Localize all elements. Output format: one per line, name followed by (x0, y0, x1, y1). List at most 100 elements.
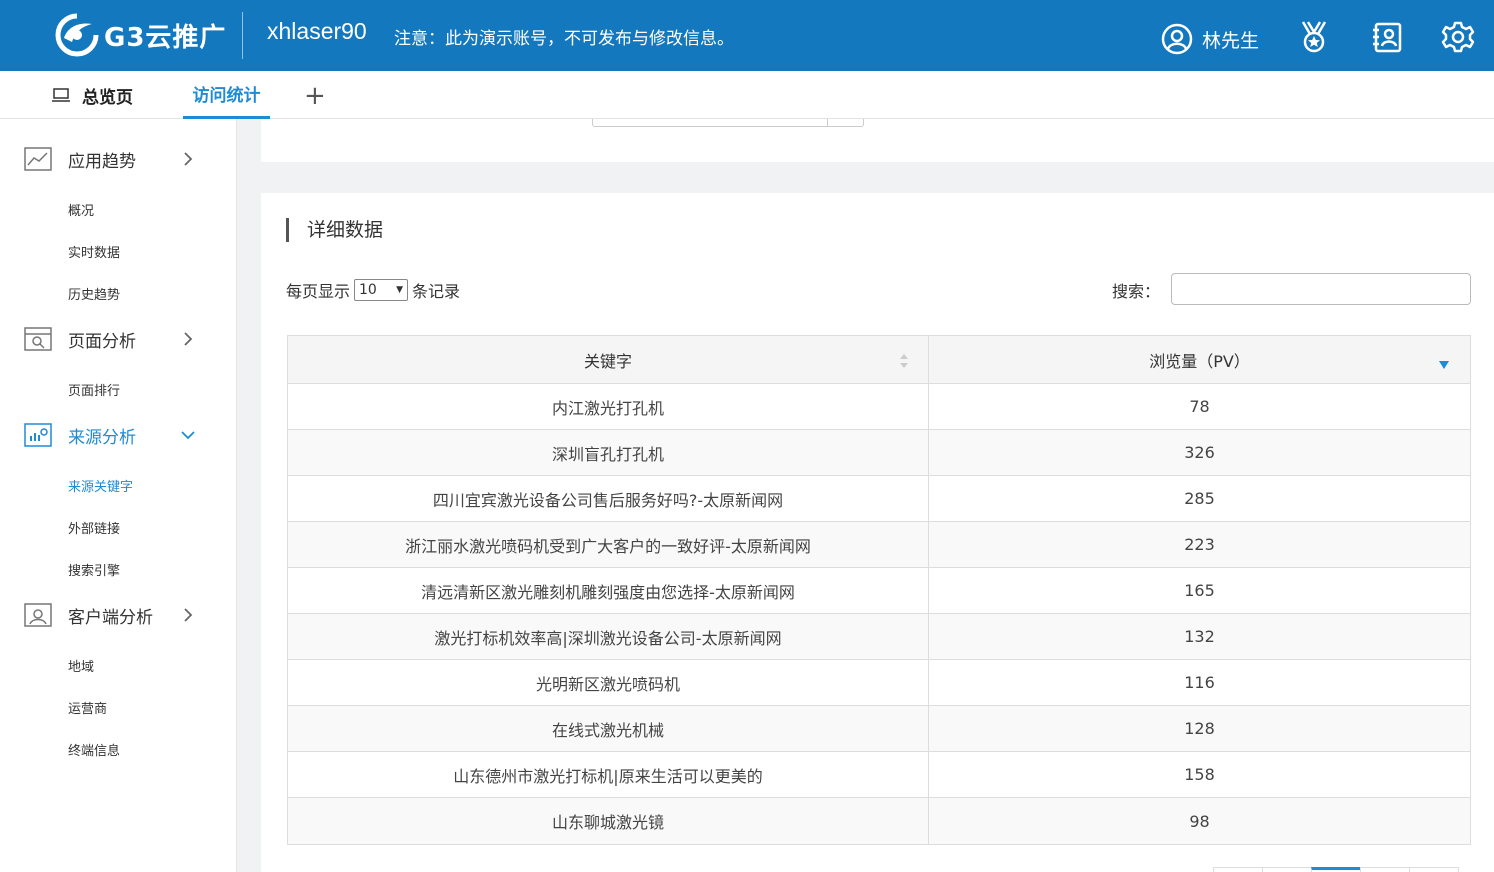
sidebar-group-client-analysis[interactable]: 客户端分析 (0, 595, 236, 635)
pv-cell: 165 (1184, 581, 1215, 600)
keyword-cell: 浙江丽水激光喷码机受到广大客户的一致好评-太原新闻网 (288, 522, 929, 567)
table-row: 光明新区激光喷码机 116 (288, 660, 1470, 706)
table-row: 四川宜宾激光设备公司售后服务好吗?-太原新闻网 285 (288, 476, 1470, 522)
user-icon (1161, 23, 1193, 55)
keyword-cell: 清远清新区激光雕刻机雕刻强度由您选择-太原新闻网 (288, 568, 929, 613)
page-length-select[interactable]: 10 ▼ (354, 279, 409, 301)
chevron-right-icon (184, 152, 193, 166)
table-row: 山东德州市激光打标机|原来生活可以更美的 158 (288, 752, 1470, 798)
keyword-cell: 深圳盲孔打孔机 (288, 430, 929, 475)
sidebar-item-source-keywords[interactable]: 来源关键字 (68, 476, 133, 495)
search-label: 搜索： (1112, 282, 1161, 301)
table-row: 浙江丽水激光喷码机受到广大客户的一致好评-太原新闻网 223 (288, 522, 1470, 568)
pv-cell: 285 (1184, 489, 1215, 508)
table-body: 内江激光打孔机 78 深圳盲孔打孔机 326 四川宜宾激光设备公司售后服务好吗?-太原新… (288, 384, 1470, 844)
sidebar-group-label: 页面分析 (68, 331, 136, 352)
pv-cell: 98 (1189, 811, 1210, 831)
table-row: 深圳盲孔打孔机 326 (288, 430, 1470, 476)
pv-cell: 116 (1184, 673, 1215, 692)
table-header: 关键字 浏览量（PV） (288, 336, 1470, 384)
sort-desc-icon (1439, 361, 1449, 369)
pagination-button[interactable] (1213, 867, 1263, 872)
add-tab-button[interactable]: + (304, 83, 326, 109)
sidebar-item-device-info[interactable]: 终端信息 (68, 740, 120, 759)
column-header-label: 浏览量（PV） (1149, 351, 1250, 371)
column-header-pv[interactable]: 浏览量（PV） (929, 336, 1470, 383)
sidebar-group-label: 客户端分析 (68, 607, 153, 628)
keyword-cell: 激光打标机效率高|深圳激光设备公司-太原新闻网 (288, 614, 929, 659)
keyword-cell: 山东聊城激光镜 (288, 798, 929, 844)
pv-cell: 132 (1184, 627, 1215, 646)
sidebar-group-page-analysis[interactable]: 页面分析 (0, 319, 236, 359)
logo[interactable]: G3云推广 (54, 12, 232, 58)
sidebar-group-trend[interactable]: 应用趋势 (0, 139, 236, 179)
trend-icon (24, 147, 52, 171)
keyword-cell: 山东德州市激光打标机|原来生活可以更美的 (288, 752, 929, 797)
keyword-table: 关键字 浏览量（PV） 内江激光打孔机 78 深圳盲孔打孔机 326 四川宜宾激光设备公… (287, 335, 1471, 845)
sidebar-item-overview[interactable]: 概况 (68, 200, 94, 219)
pagination-current[interactable] (1311, 867, 1361, 872)
sidebar: 应用趋势 概况 实时数据 历史趋势 页面分析 页面排行 来源分析 来源关键字 外… (0, 119, 237, 872)
source-chart-icon (24, 423, 52, 447)
pagination (1213, 867, 1459, 872)
sidebar-group-source-analysis[interactable]: 来源分析 (0, 415, 236, 455)
pv-cell: 326 (1184, 443, 1215, 462)
chevron-down-icon (181, 431, 195, 440)
caret-down-icon: ▼ (396, 285, 404, 295)
pv-cell: 223 (1184, 535, 1215, 554)
tab-visit-stats[interactable]: 访问统计 (183, 71, 270, 119)
keyword-cell: 内江激光打孔机 (288, 384, 929, 429)
client-icon (24, 603, 52, 627)
perpage-prefix: 每页显示 (286, 282, 351, 301)
table-row: 在线式激光机械 128 (288, 706, 1470, 752)
gear-icon[interactable] (1441, 20, 1475, 54)
pv-cell: 128 (1184, 719, 1215, 738)
page-length-control: 每页显示 10 ▼ 条记录 (286, 278, 460, 302)
search-input[interactable] (1171, 273, 1471, 305)
table-row: 激光打标机效率高|深圳激光设备公司-太原新闻网 132 (288, 614, 1470, 660)
pv-cell: 78 (1189, 397, 1210, 416)
sidebar-item-external-links[interactable]: 外部链接 (68, 518, 120, 537)
tab-overview-label: 总览页 (82, 87, 133, 108)
medal-icon[interactable] (1297, 20, 1331, 54)
filter-panel (261, 119, 1494, 162)
date-select[interactable] (592, 119, 864, 127)
sidebar-item-realtime[interactable]: 实时数据 (68, 242, 120, 261)
sort-both-icon (900, 354, 908, 368)
sidebar-item-region[interactable]: 地域 (68, 656, 94, 675)
perpage-suffix: 条记录 (412, 282, 461, 301)
sidebar-item-search-engines[interactable]: 搜索引擎 (68, 560, 120, 579)
pagination-button[interactable] (1262, 867, 1312, 872)
user-menu[interactable]: 林先生 (1160, 22, 1259, 56)
monitor-icon (52, 88, 70, 102)
g3-logo-icon (55, 13, 99, 57)
tab-visit-stats-label: 访问统计 (192, 86, 261, 106)
sidebar-item-carrier[interactable]: 运营商 (68, 698, 107, 717)
pagination-button[interactable] (1409, 867, 1459, 872)
keyword-cell: 四川宜宾激光设备公司售后服务好吗?-太原新闻网 (288, 476, 929, 521)
logo-text: G3云推广 (104, 22, 227, 53)
chevron-right-icon (184, 332, 193, 346)
pagination-button[interactable] (1360, 867, 1410, 872)
top-header: G3云推广 xhlaser90 注意：此为演示账号，不可发布与修改信息。 林先生 (0, 0, 1494, 71)
column-header-keyword[interactable]: 关键字 (288, 336, 929, 383)
user-name: 林先生 (1202, 29, 1260, 52)
keyword-cell: 光明新区激光喷码机 (288, 660, 929, 705)
column-header-label: 关键字 (583, 351, 632, 371)
table-row: 清远清新区激光雕刻机雕刻强度由您选择-太原新闻网 165 (288, 568, 1470, 614)
sidebar-item-page-rank[interactable]: 页面排行 (68, 380, 120, 399)
keyword-cell: 在线式激光机械 (288, 706, 929, 751)
sidebar-item-history[interactable]: 历史趋势 (68, 284, 120, 303)
tab-overview[interactable]: 总览页 (52, 71, 133, 119)
account-name: xhlaser90 (267, 18, 367, 44)
tab-bar: 总览页 访问统计 + (0, 71, 1494, 119)
section-title: 详细数据 (286, 218, 383, 242)
sidebar-group-label: 应用趋势 (68, 151, 136, 172)
page-search-icon (24, 327, 52, 351)
contacts-icon[interactable] (1370, 20, 1404, 54)
demo-notice: 注意：此为演示账号，不可发布与修改信息。 (394, 29, 734, 49)
pv-cell: 158 (1184, 765, 1215, 784)
table-row: 山东聊城激光镜 98 (288, 798, 1470, 844)
sidebar-group-label: 来源分析 (68, 427, 136, 448)
table-row: 内江激光打孔机 78 (288, 384, 1470, 430)
